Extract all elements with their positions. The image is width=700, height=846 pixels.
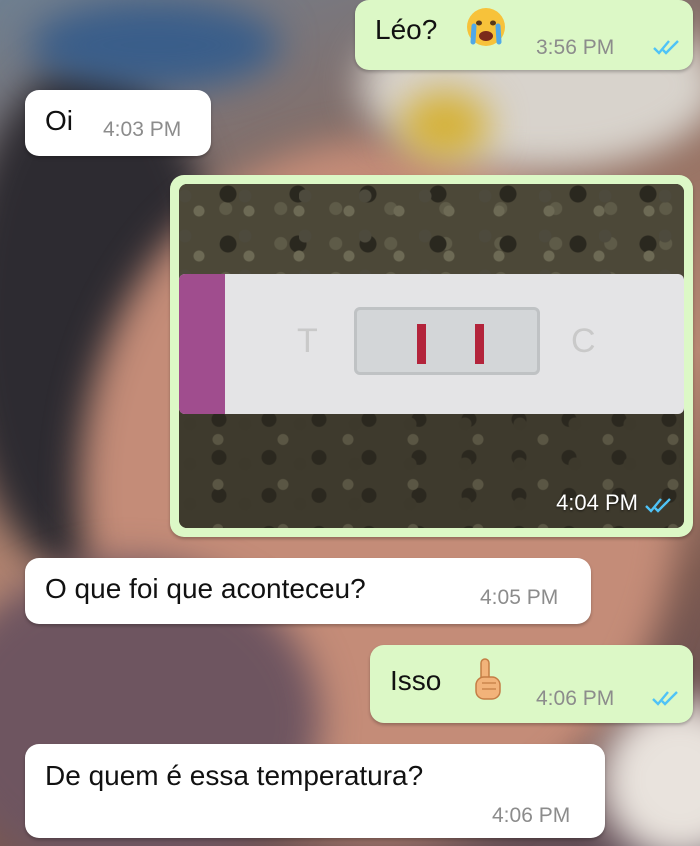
message-time: 4:06 PM [536,687,615,710]
outgoing-message-bubble[interactable]: Isso 4:06 PM [370,645,693,723]
test-label-c: C [571,322,596,360]
message-time: 4:04 PM [556,490,638,515]
pregnancy-test-photo[interactable]: T C 4:04 PM [179,184,684,528]
message-text: Oi [45,105,73,136]
incoming-message-bubble[interactable]: O que foi que aconteceu? 4:05 PM [25,558,591,624]
incoming-message-bubble[interactable]: Oi 4:03 PM [25,90,211,156]
test-result-window [354,307,540,375]
pointing-up-hand-icon [475,658,501,700]
message-time: 4:05 PM [480,586,559,609]
outgoing-message-bubble[interactable]: Léo? 3:56 PM [355,0,693,70]
crying-face-icon [467,8,505,46]
test-stick-cap [179,274,225,414]
incoming-message-bubble[interactable]: De quem é essa temperatura? 4:06 PM [25,744,605,838]
message-time: 4:03 PM [103,118,182,141]
test-line-2 [475,324,484,364]
read-receipt-icon [645,498,671,513]
message-text: De quem é essa temperatura? [45,760,424,791]
message-time: 4:06 PM [492,804,571,827]
message-text: O que foi que aconteceu? [45,573,366,604]
read-receipt-icon [653,40,679,55]
read-receipt-icon [652,691,678,706]
message-time: 3:56 PM [536,36,615,59]
test-line-1 [417,324,426,364]
message-text: Isso [390,665,442,696]
outgoing-image-message[interactable]: T C 4:04 PM [170,175,693,537]
message-text: Léo? [375,14,438,45]
test-label-t: T [297,322,318,360]
